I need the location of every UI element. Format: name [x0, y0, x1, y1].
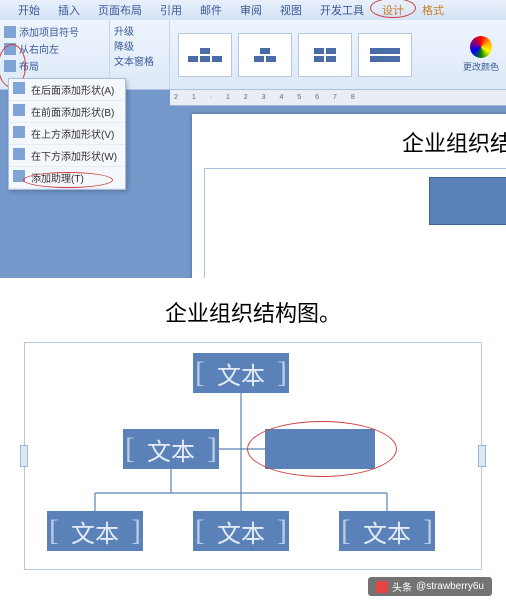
- page-title-partial: 企业组织结: [204, 126, 506, 158]
- smartart-frame[interactable]: 文本: [204, 168, 506, 278]
- tab-review[interactable]: 审阅: [232, 0, 270, 20]
- tab-pagelayout[interactable]: 页面布局: [90, 0, 150, 20]
- watermark-prefix: 头条: [392, 579, 412, 594]
- dropdown-label: 在前面添加形状(B): [31, 108, 114, 119]
- dropdown-item-above[interactable]: 在上方添加形状(V): [9, 123, 125, 145]
- watermark-handle: @strawberry6u: [416, 581, 484, 592]
- add-bullet-label: 添加项目符号: [19, 24, 79, 39]
- watermark: 头条 @strawberry6u: [368, 577, 492, 596]
- bottom-panel: 企业组织结构图。 文本 文本 文本 文本 文本 头条 @strawberr: [0, 278, 506, 600]
- demote-button[interactable]: 降级: [114, 38, 165, 53]
- tab-references[interactable]: 引用: [152, 0, 190, 20]
- shape-icon: [13, 104, 25, 116]
- resize-handle-right[interactable]: [478, 445, 486, 467]
- rtl-label: 从右向左: [19, 41, 59, 56]
- dropdown-item-after[interactable]: 在后面添加形状(A): [9, 79, 125, 101]
- layout-label: 布局: [19, 58, 39, 73]
- tab-format[interactable]: 格式: [414, 0, 452, 20]
- shape-icon: [13, 126, 25, 138]
- dropdown-label: 在下方添加形状(W): [31, 152, 117, 163]
- shape-icon: [13, 148, 25, 160]
- rtl-icon: [4, 43, 16, 55]
- bullet-icon: [4, 26, 16, 38]
- shape-icon: [13, 82, 25, 94]
- tab-mail[interactable]: 邮件: [192, 0, 230, 20]
- org-node-l2-3[interactable]: 文本: [339, 511, 435, 551]
- org-node-l1-1[interactable]: 文本: [123, 429, 219, 469]
- layout-icon: [4, 60, 16, 72]
- promote-label: 升级: [114, 27, 134, 38]
- add-shape-dropdown: 在后面添加形状(A) 在前面添加形状(B) 在上方添加形状(V) 在下方添加形状…: [8, 78, 126, 190]
- tab-devtools[interactable]: 开发工具: [312, 0, 372, 20]
- dropdown-item-before[interactable]: 在前面添加形状(B): [9, 101, 125, 123]
- layout-thumb-1[interactable]: [178, 33, 232, 77]
- textpane-button[interactable]: 文本窗格: [114, 53, 165, 68]
- org-node-assistant[interactable]: [265, 429, 375, 469]
- horizontal-ruler: 2 1 · 1 2 3 4 5 6 7 8: [170, 90, 506, 106]
- dropdown-label: 在后面添加形状(A): [31, 86, 114, 97]
- org-chart: 文本 文本 文本 文本 文本: [33, 353, 473, 553]
- rtl-button[interactable]: 从右向左: [4, 40, 105, 57]
- tab-design[interactable]: 设计: [374, 0, 412, 20]
- change-colors-label: 更改颜色: [463, 60, 499, 73]
- layout-thumb-4[interactable]: [358, 33, 412, 77]
- color-wheel-icon: [470, 36, 492, 58]
- org-node-l2-1[interactable]: 文本: [47, 511, 143, 551]
- promote-button[interactable]: 升级: [114, 23, 165, 38]
- resize-handle-left[interactable]: [20, 445, 28, 467]
- tab-view[interactable]: 视图: [272, 0, 310, 20]
- layout-thumb-2[interactable]: [238, 33, 292, 77]
- change-colors-button[interactable]: 更改颜色: [456, 20, 506, 89]
- add-bullet-button[interactable]: 添加项目符号: [4, 23, 105, 40]
- dropdown-label: 在上方添加形状(V): [31, 130, 114, 141]
- demote-label: 降级: [114, 42, 134, 53]
- chart-title: 企业组织结构图。: [24, 296, 482, 328]
- layout-thumb-3[interactable]: [298, 33, 352, 77]
- dropdown-item-assistant[interactable]: 添加助理(T): [9, 167, 125, 189]
- layout-gallery[interactable]: 布局: [170, 20, 456, 89]
- toutiao-logo-icon: [376, 581, 388, 593]
- layout-button[interactable]: 布局: [4, 57, 105, 74]
- tab-home[interactable]: 开始: [10, 0, 48, 20]
- page[interactable]: 企业组织结 文本: [192, 114, 506, 278]
- org-node-root[interactable]: 文本: [193, 353, 289, 393]
- dropdown-label: 添加助理(T): [31, 174, 84, 185]
- textpane-label: 文本窗格: [114, 57, 154, 68]
- smartart-node-top[interactable]: [429, 177, 506, 225]
- dropdown-item-below[interactable]: 在下方添加形状(W): [9, 145, 125, 167]
- shape-icon: [13, 170, 25, 182]
- ribbon-tabs: 开始 插入 页面布局 引用 邮件 审阅 视图 开发工具 设计 格式: [0, 0, 506, 20]
- org-node-l2-2[interactable]: 文本: [193, 511, 289, 551]
- smartart-container[interactable]: 文本 文本 文本 文本 文本: [24, 342, 482, 570]
- tab-insert[interactable]: 插入: [50, 0, 88, 20]
